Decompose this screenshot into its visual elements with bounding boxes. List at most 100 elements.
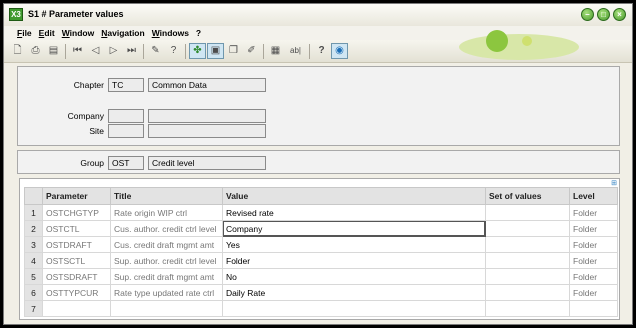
- decorative-circle: [522, 36, 532, 46]
- table-row[interactable]: 3 OSTDRAFT Cus. credit draft mgmt amt Ye…: [24, 236, 618, 253]
- table-row[interactable]: 7: [24, 300, 618, 317]
- menu-edit[interactable]: Edit: [39, 26, 55, 40]
- col-header-set-of-values[interactable]: Set of values: [485, 187, 570, 205]
- table-row[interactable]: 1 OSTCHGTYP Rate origin WIP ctrl Revised…: [24, 204, 618, 221]
- chapter-label: Chapter: [73, 80, 104, 90]
- site-code-field[interactable]: [108, 124, 144, 138]
- row-number: 6: [24, 284, 43, 301]
- company-label: Company: [67, 111, 104, 121]
- title-cell: Rate type updated rate ctrl: [110, 284, 223, 301]
- attachment-icon[interactable]: ✎: [147, 43, 164, 59]
- app-icon: X3: [9, 8, 23, 21]
- menu-windows[interactable]: Windows: [152, 26, 189, 40]
- title-bar: X3 S1 # Parameter values – □ ×: [4, 4, 632, 26]
- toolbar-separator: [185, 44, 186, 59]
- level-cell: Folder: [569, 268, 618, 285]
- table-row[interactable]: 4 OSTSCTL Sup. author. credit ctrl level…: [24, 252, 618, 269]
- title-cell: Sup. credit draft mgmt amt: [110, 268, 223, 285]
- print-icon[interactable]: ⎙: [27, 43, 44, 59]
- previous-record-icon[interactable]: ◁: [87, 43, 104, 59]
- decorative-swoosh: [459, 34, 579, 60]
- grid-options-icon[interactable]: ⊞: [611, 179, 617, 187]
- group-code-field[interactable]: OST: [108, 156, 144, 170]
- table-row[interactable]: 6 OSTTYPCUR Rate type updated rate ctrl …: [24, 284, 618, 301]
- parameters-grid: ⊞ Parameter Title Value Set of values Le…: [19, 178, 620, 320]
- first-record-icon[interactable]: ⏮: [69, 43, 86, 59]
- toolbar-separator: [65, 44, 66, 59]
- set-of-values-cell: [485, 236, 570, 253]
- title-cell: Sup. author. credit ctrl level: [110, 252, 223, 269]
- report-icon[interactable]: ▦: [267, 43, 284, 59]
- toolbar-separator: [309, 44, 310, 59]
- parameter-cell: OSTTYPCUR: [42, 284, 111, 301]
- menu-help[interactable]: ?: [196, 26, 201, 40]
- next-record-icon[interactable]: ▷: [105, 43, 122, 59]
- new-document-icon[interactable]: 🗋: [9, 43, 26, 59]
- parameter-cell[interactable]: [42, 300, 111, 317]
- parameter-cell: OSTSCTL: [42, 252, 111, 269]
- col-header-parameter[interactable]: Parameter: [42, 187, 111, 205]
- value-cell[interactable]: No: [222, 268, 486, 285]
- table-header-row: Parameter Title Value Set of values Leve…: [24, 187, 618, 205]
- menu-window[interactable]: Window: [62, 26, 95, 40]
- copy-icon[interactable]: ❐: [225, 43, 242, 59]
- minimize-button[interactable]: –: [581, 8, 594, 21]
- level-cell: Folder: [569, 204, 618, 221]
- title-cell: Rate origin WIP ctrl: [110, 204, 223, 221]
- table-row[interactable]: 2 OSTCTL Cus. author. credit ctrl level …: [24, 220, 618, 237]
- company-name-field: [148, 109, 266, 123]
- parameter-cell: OSTCHGTYP: [42, 204, 111, 221]
- value-cell[interactable]: Revised rate: [222, 204, 486, 221]
- toolbar-separator: [263, 44, 264, 59]
- decorative-circle: [486, 30, 508, 52]
- col-header-title[interactable]: Title: [110, 187, 223, 205]
- parameter-cell: OSTCTL: [42, 220, 111, 237]
- parameter-cell: OSTDRAFT: [42, 236, 111, 253]
- row-number: 4: [24, 252, 43, 269]
- company-code-field[interactable]: [108, 109, 144, 123]
- window-icon[interactable]: ▣: [207, 43, 224, 59]
- text-field-icon[interactable]: ab|: [287, 43, 304, 59]
- row-number: 5: [24, 268, 43, 285]
- menu-navigation[interactable]: Navigation: [101, 26, 144, 40]
- edit-icon[interactable]: ✐: [243, 43, 260, 59]
- site-label: Site: [89, 126, 104, 136]
- set-of-values-cell: [485, 284, 570, 301]
- globe-icon[interactable]: ◉: [331, 43, 348, 59]
- level-cell: Folder: [569, 252, 618, 269]
- parameter-cell: OSTSDRAFT: [42, 268, 111, 285]
- last-record-icon[interactable]: ⏭: [123, 43, 140, 59]
- close-button[interactable]: ×: [613, 8, 626, 21]
- parameter-values-window: X3 S1 # Parameter values – □ × File Edit…: [3, 3, 633, 325]
- level-cell: Folder: [569, 236, 618, 253]
- group-panel: Group OST Credit level: [17, 150, 620, 174]
- print-preview-icon[interactable]: ▤: [45, 43, 62, 59]
- maximize-button[interactable]: □: [597, 8, 610, 21]
- row-number: 7: [24, 300, 43, 317]
- site-name-field: [148, 124, 266, 138]
- menu-file[interactable]: File: [17, 26, 32, 40]
- group-name-field: Credit level: [148, 156, 266, 170]
- set-of-values-cell: [485, 220, 570, 237]
- col-header-level[interactable]: Level: [569, 187, 618, 205]
- value-cell[interactable]: Folder: [222, 252, 486, 269]
- value-cell[interactable]: Yes: [222, 236, 486, 253]
- col-header-value[interactable]: Value: [222, 187, 486, 205]
- set-of-values-cell: [485, 300, 570, 317]
- value-cell[interactable]: [222, 300, 486, 317]
- chapter-code-field[interactable]: TC: [108, 78, 144, 92]
- help-question-icon[interactable]: ?: [165, 43, 182, 59]
- value-cell-active[interactable]: Company: [222, 220, 486, 237]
- table-row[interactable]: 5 OSTSDRAFT Sup. credit draft mgmt amt N…: [24, 268, 618, 285]
- title-cell: Cus. author. credit ctrl level: [110, 220, 223, 237]
- set-of-values-cell: [485, 252, 570, 269]
- level-cell: Folder: [569, 220, 618, 237]
- group-label: Group: [80, 158, 104, 168]
- help-icon[interactable]: ?: [313, 43, 330, 59]
- title-cell: [110, 300, 223, 317]
- chapter-panel: Chapter TC Common Data Company Site: [17, 66, 620, 146]
- col-header-rownum: [24, 187, 43, 205]
- value-cell[interactable]: Daily Rate: [222, 284, 486, 301]
- tree-view-icon[interactable]: ✤: [189, 43, 206, 59]
- toolbar-separator: [143, 44, 144, 59]
